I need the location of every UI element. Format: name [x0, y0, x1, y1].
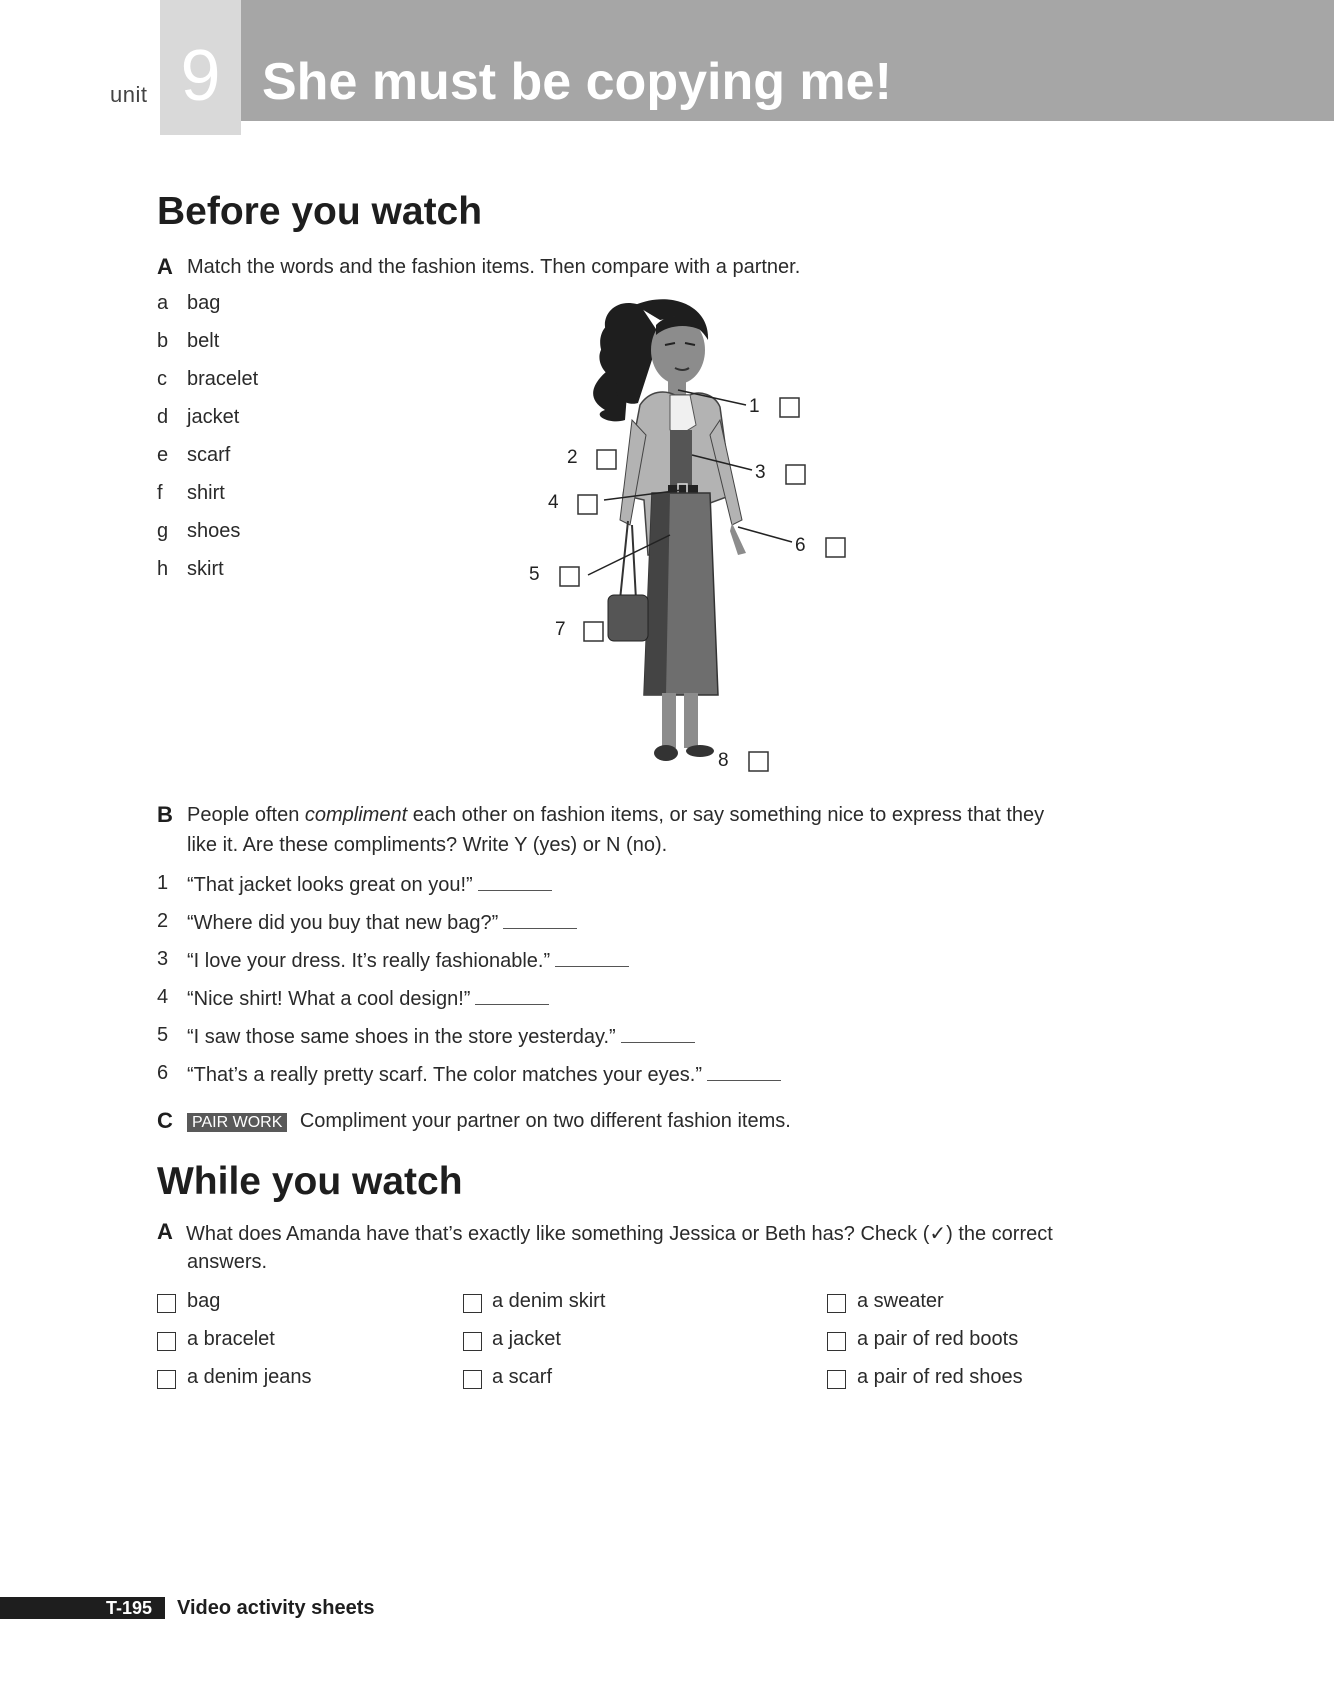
callout-number: 2: [567, 447, 578, 468]
callout-checkbox[interactable]: [785, 464, 806, 485]
checklist-column-1: bag a bracelet a denim jeans: [157, 1290, 437, 1404]
callout-checkbox[interactable]: [583, 621, 604, 642]
callout-checkbox[interactable]: [825, 537, 846, 558]
checkbox[interactable]: [463, 1332, 482, 1351]
checkbox[interactable]: [827, 1332, 846, 1351]
exercise-c-instruction: Compliment your partner on two different…: [299, 1110, 791, 1132]
answer-blank[interactable]: [620, 1024, 695, 1043]
page-title: She must be copying me!: [262, 53, 892, 111]
callout-checkbox[interactable]: [748, 751, 769, 772]
compliment-list: 1 “That jacket looks great on you!” 2 “Whe…: [157, 872, 1057, 1100]
answer-blank[interactable]: [477, 872, 552, 891]
answer-blank[interactable]: [503, 910, 578, 929]
callout-number: 4: [548, 492, 559, 513]
exercise-c-line: PAIR WORK Compliment your partner on two…: [187, 1110, 791, 1133]
checklist-item[interactable]: a pair of red shoes: [827, 1366, 1127, 1404]
callout-checkbox[interactable]: [779, 397, 800, 418]
checklist-item[interactable]: bag: [157, 1290, 437, 1328]
checklist-column-3: a sweater a pair of red boots a pair of …: [827, 1290, 1127, 1404]
checkbox[interactable]: [157, 1332, 176, 1351]
callout-checkbox[interactable]: [577, 494, 598, 515]
checkbox[interactable]: [827, 1294, 846, 1313]
list-item: 4 “Nice shirt! What a cool design!”: [157, 986, 1057, 1024]
exercise-a-instruction: Match the words and the fashion items. T…: [187, 256, 801, 278]
section-heading-while-you-watch: While you watch: [157, 1160, 463, 1203]
checkbox[interactable]: [463, 1294, 482, 1313]
list-item: 6 “That’s a really pretty scarf. The colo…: [157, 1062, 1057, 1100]
exercise-letter-a: A: [157, 254, 173, 279]
list-item: 2 “Where did you buy that new bag?”: [157, 910, 1057, 948]
checkbox[interactable]: [463, 1370, 482, 1389]
checkbox[interactable]: [827, 1370, 846, 1389]
callout-number: 1: [749, 396, 760, 417]
list-item: 3 “I love your dress. It’s really fashion…: [157, 948, 1057, 986]
exercise-letter-a-2: A: [157, 1219, 173, 1244]
exercise-a2-instruction: What does Amanda have that’s exactly lik…: [186, 1223, 1053, 1245]
callout-checkbox[interactable]: [596, 449, 617, 470]
callout-number: 8: [718, 750, 729, 771]
pair-work-badge: PAIR WORK: [187, 1113, 288, 1132]
callout-number: 7: [555, 619, 566, 640]
list-item: 1 “That jacket looks great on you!”: [157, 872, 1057, 910]
exercise-letter-c: C: [157, 1108, 173, 1133]
checkbox[interactable]: [157, 1294, 176, 1313]
checklist-item[interactable]: a jacket: [463, 1328, 763, 1366]
answer-blank[interactable]: [475, 986, 550, 1005]
exercise-letter-b: B: [157, 802, 173, 827]
callout-checkbox[interactable]: [559, 566, 580, 587]
callout-number: 6: [795, 535, 806, 556]
exercise-b-instruction: People often compliment each other on fa…: [187, 804, 1045, 826]
footer-text: Video activity sheets: [177, 1597, 375, 1619]
answer-blank[interactable]: [707, 1062, 782, 1081]
checklist-item[interactable]: a pair of red boots: [827, 1328, 1127, 1366]
exercise-b-instruction-line2: like it. Are these compliments? Write Y …: [187, 834, 668, 856]
checklist-column-2: a denim skirt a jacket a scarf: [463, 1290, 763, 1404]
page-code: T-195: [106, 1598, 153, 1618]
checkbox[interactable]: [157, 1370, 176, 1389]
callout-number: 3: [755, 462, 766, 483]
woman-illustration: 1 2 3 4 5 6 7 8: [529, 299, 846, 772]
unit-number: 9: [180, 36, 221, 116]
checklist-item[interactable]: a denim skirt: [463, 1290, 763, 1328]
list-item: 5 “I saw those same shoes in the store ye…: [157, 1024, 1057, 1062]
callout-number: 5: [529, 564, 540, 585]
exercise-a2-instruction-line2: answers.: [187, 1251, 268, 1273]
unit-label: unit: [110, 82, 148, 107]
checklist-item[interactable]: a scarf: [463, 1366, 763, 1404]
answer-blank[interactable]: [555, 948, 630, 967]
checklist-item[interactable]: a bracelet: [157, 1328, 437, 1366]
checklist-item[interactable]: a denim jeans: [157, 1366, 437, 1404]
checklist-item[interactable]: a sweater: [827, 1290, 1127, 1328]
section-heading-before-you-watch: Before you watch: [157, 190, 483, 233]
